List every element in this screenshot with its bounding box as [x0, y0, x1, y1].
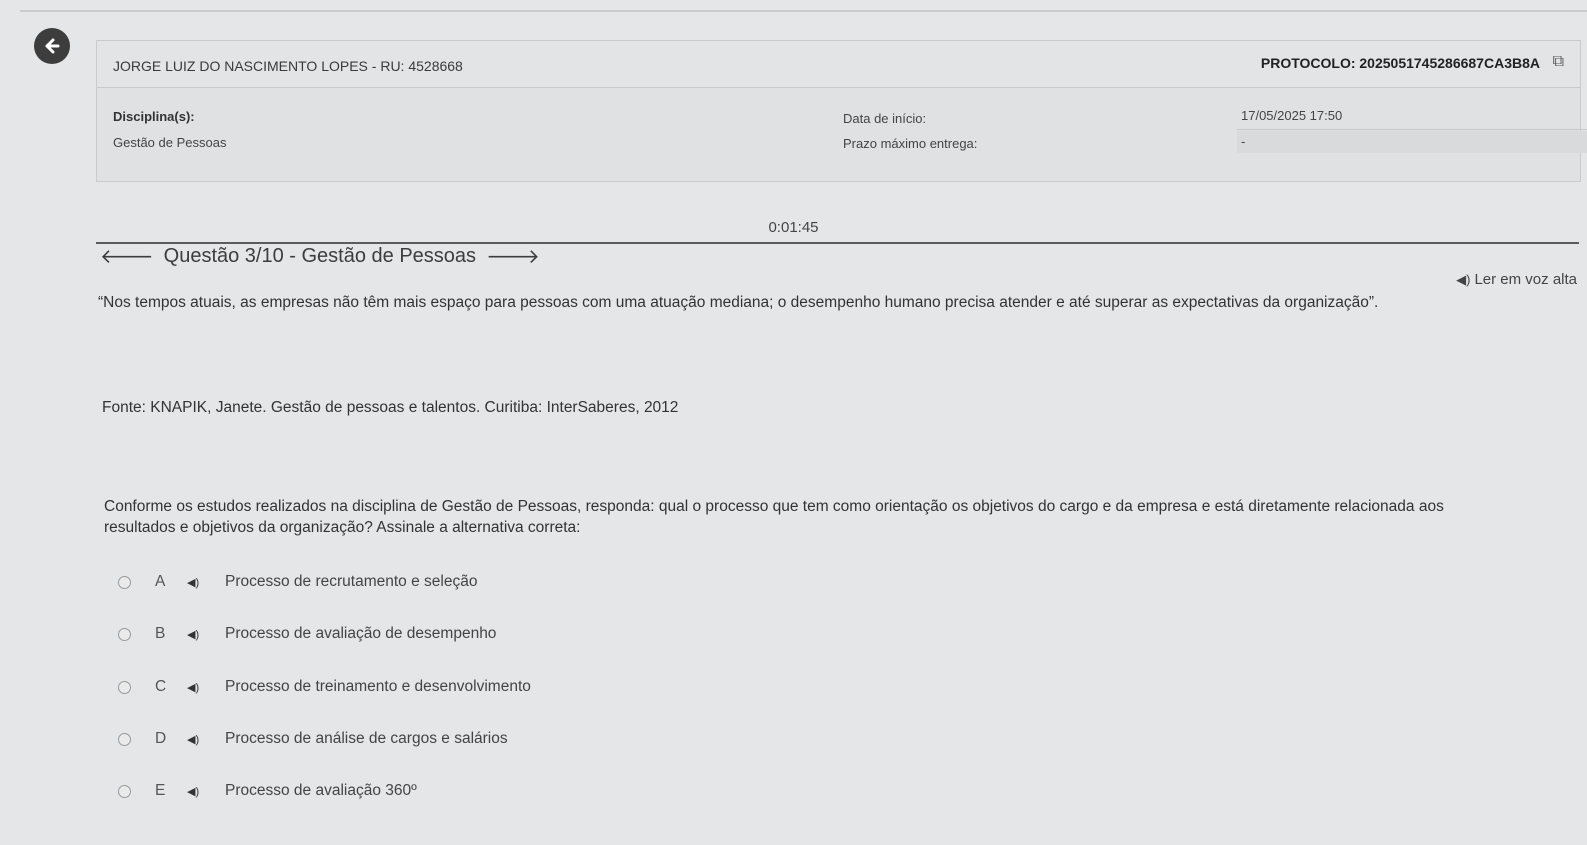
alternative-text: Processo de análise de cargos e salários: [225, 730, 508, 747]
disciplina-value: Gestão de Pessoas: [113, 135, 227, 150]
alternative-letter: C: [155, 678, 167, 695]
exam-header-card: JORGE LUIZ DO NASCIMENTO LOPES - RU: 452…: [96, 40, 1587, 182]
exam-page: JORGE LUIZ DO NASCIMENTO LOPES - RU: 452…: [0, 0, 1587, 845]
exam-timer: 0:01:45: [768, 219, 819, 236]
speaker-icon[interactable]: ◀): [187, 733, 225, 746]
question-source: Fonte: KNAPIK, Janete. Gestão de pessoas…: [102, 399, 679, 416]
alternative-text: Processo de treinamento e desenvolviment…: [225, 678, 531, 695]
alternative-c[interactable]: C ◀) Processo de treinamento e desenvolv…: [118, 675, 718, 699]
protocol-number: PROTOCOLO: 2025051745286687CA3B8A: [1260, 55, 1540, 71]
speaker-icon[interactable]: ◀): [187, 628, 225, 641]
arrow-left-icon[interactable]: 🡐: [100, 244, 154, 269]
arrow-right-icon[interactable]: 🡒: [486, 244, 540, 269]
alternative-b[interactable]: B ◀) Processo de avaliação de desempenho: [118, 622, 718, 646]
speaker-icon[interactable]: ◀): [187, 576, 225, 589]
speaker-icon[interactable]: ◀): [187, 681, 225, 694]
alternative-e[interactable]: E ◀) Processo de avaliação 360º: [118, 779, 718, 803]
divider: [1237, 129, 1587, 130]
alternative-text: Processo de recrutamento e seleção: [225, 573, 478, 590]
radio-button[interactable]: [118, 627, 131, 641]
header-top-row: JORGE LUIZ DO NASCIMENTO LOPES - RU: 452…: [97, 41, 1580, 88]
prazo-value-bar: [1237, 131, 1587, 153]
speaker-icon: ◀): [1456, 272, 1471, 287]
alternative-a[interactable]: A ◀) Processo de recrutamento e seleção: [118, 570, 718, 594]
read-aloud-label: Ler em voz alta: [1474, 271, 1577, 288]
prazo-label: Prazo máximo entrega:: [843, 136, 978, 151]
alternative-letter: E: [155, 782, 166, 799]
question-text: Conforme os estudos realizados na discip…: [104, 498, 1444, 536]
alternative-letter: A: [155, 573, 166, 590]
question-quote: “Nos tempos atuais, as empresas não têm …: [98, 294, 1379, 311]
top-divider: [20, 10, 1587, 12]
back-button[interactable]: [34, 28, 70, 64]
question-title: Questão 3/10 - Gestão de Pessoas: [163, 245, 477, 267]
alternative-text: Processo de avaliação 360º: [225, 782, 417, 799]
arrow-left-circle-icon: [45, 38, 60, 54]
data-inicio-label: Data de início:: [843, 111, 927, 126]
speaker-icon[interactable]: ◀): [187, 785, 225, 798]
prazo-value: -: [1241, 134, 1246, 149]
disciplina-label: Disciplina(s):: [113, 109, 195, 124]
question-navigation: 🡐 Questão 3/10 - Gestão de Pessoas 🡒: [100, 244, 540, 269]
data-inicio-value: 17/05/2025 17:50: [1241, 108, 1343, 123]
radio-button[interactable]: [118, 732, 131, 746]
alternative-text: Processo de avaliação de desempenho: [225, 625, 497, 642]
radio-button[interactable]: [118, 680, 131, 694]
alternative-d[interactable]: D ◀) Processo de análise de cargos e sal…: [118, 727, 718, 751]
read-aloud-button[interactable]: ◀) Ler em voz alta: [1456, 271, 1577, 288]
radio-button[interactable]: [118, 575, 131, 589]
alternative-letter: D: [155, 730, 167, 747]
alternative-letter: B: [155, 625, 166, 642]
student-name: JORGE LUIZ DO NASCIMENTO LOPES - RU: 452…: [113, 58, 463, 74]
radio-button[interactable]: [118, 784, 131, 798]
copy-icon[interactable]: ⧉: [1553, 53, 1564, 71]
